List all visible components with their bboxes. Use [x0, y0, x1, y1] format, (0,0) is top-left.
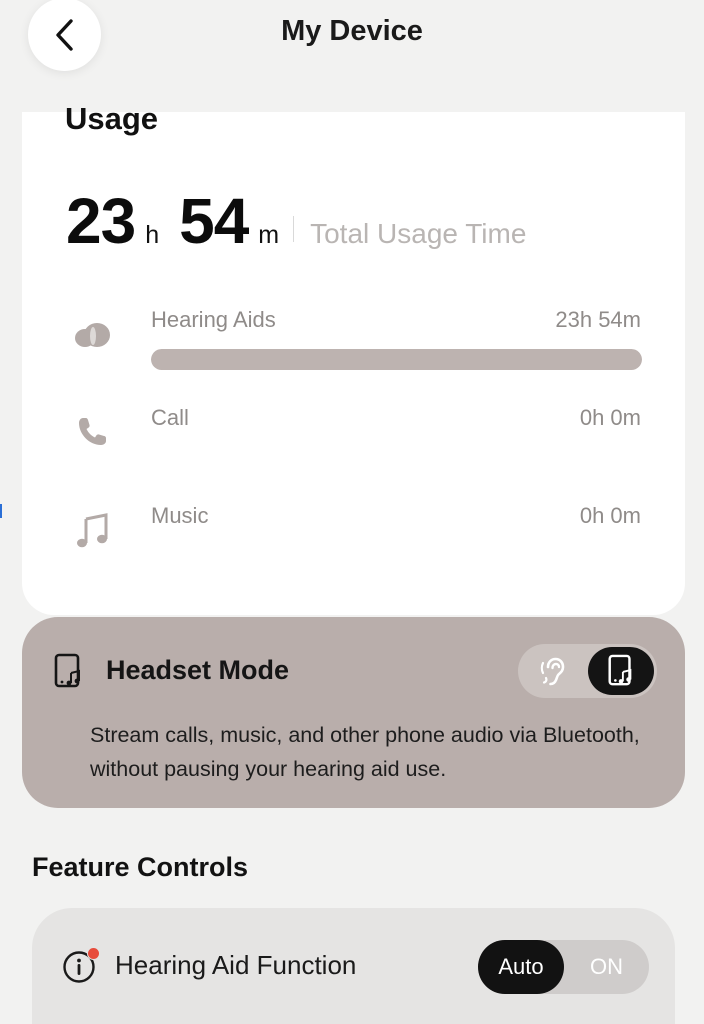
- music-note-icon: [70, 508, 114, 552]
- headset-mode-title: Headset Mode: [106, 655, 290, 685]
- hearing-aid-function-label: Hearing Aid Function: [115, 950, 357, 980]
- usage-minutes: 54: [179, 185, 249, 257]
- usage-hours: 23: [66, 185, 136, 257]
- row-value-music: 0h 0m: [579, 503, 641, 528]
- on-option[interactable]: ON: [564, 940, 649, 994]
- row-label-hearing-aids: Hearing Aids: [151, 307, 276, 332]
- row-label-call: Call: [151, 405, 189, 430]
- auto-option[interactable]: Auto: [478, 940, 564, 994]
- headset-mode-switch[interactable]: [518, 644, 657, 698]
- scroll-edge-marker: [0, 504, 2, 518]
- total-usage-label: Total Usage Time: [310, 218, 527, 249]
- row-value-call: 0h 0m: [579, 405, 641, 430]
- headset-phone-icon: [52, 653, 86, 694]
- phone-music-icon: [608, 654, 632, 686]
- feature-controls-title: Feature Controls: [32, 852, 249, 882]
- hearing-aids-progress: [151, 349, 642, 370]
- usage-hours-unit: h: [145, 221, 160, 249]
- row-value-hearing-aids: 23h 54m: [555, 307, 641, 332]
- row-label-music: Music: [151, 503, 209, 528]
- headset-mode-description: Stream calls, music, and other phone aud…: [90, 723, 640, 781]
- info-button[interactable]: [62, 947, 100, 984]
- hearing-aid-mode-option[interactable]: [521, 647, 587, 695]
- phone-music-mode-option[interactable]: [588, 647, 654, 695]
- total-usage: 23 h 54 m Total Usage Time: [66, 184, 526, 258]
- hearing-aid-icon: [70, 312, 114, 356]
- notification-dot: [87, 947, 100, 960]
- page-title: My Device: [281, 15, 423, 47]
- hearing-aids-progress-fill: [151, 349, 642, 370]
- usage-heading: Usage: [65, 101, 159, 136]
- hearing-aid-function-switch[interactable]: Auto ON: [478, 940, 649, 994]
- phone-icon: [70, 410, 114, 454]
- ear-icon: [540, 657, 565, 686]
- usage-minutes-unit: m: [258, 221, 280, 249]
- divider: [293, 216, 295, 242]
